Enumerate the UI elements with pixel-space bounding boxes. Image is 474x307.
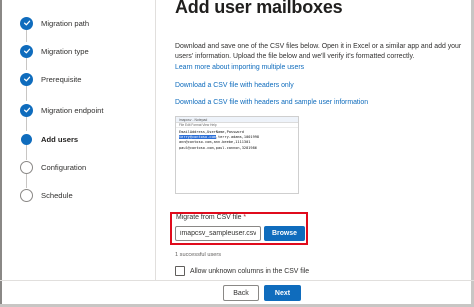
required-marker: * [243,214,247,221]
step-label: Migration endpoint [41,105,104,115]
csv-line-rest: ,terry.adams,1001998 [215,135,260,140]
step-label: Prerequisite [41,74,82,84]
step-prerequisite[interactable]: Prerequisite [20,72,82,86]
step-migration-path[interactable]: Migration path [20,16,89,30]
csv-line: paul@contoso.com,paul.cannon,3281986 [179,145,257,150]
step-label: Add users [41,134,79,144]
step-label: Configuration [41,162,87,172]
checkmark-icon [20,103,33,117]
step-label: Migration path [41,18,90,28]
checkbox-label: Allow unknown columns in the CSV file [190,267,310,275]
back-button[interactable]: Back [223,285,259,301]
csv-selected-text: terry@contoso.com [179,135,216,140]
footer-divider [0,280,474,281]
step-configuration: Configuration [20,160,86,174]
step-connector [26,174,27,188]
step-connector [26,116,27,131]
empty-circle-icon [20,160,33,174]
empty-circle-icon [20,188,33,202]
step-connector [26,57,27,70]
step-label: Migration type [41,46,89,56]
step-connector [26,85,27,101]
step-label: Schedule [41,190,73,200]
allow-unknown-columns-checkbox[interactable]: Allow unknown columns in the CSV file [175,266,309,276]
checkmark-icon [20,72,33,86]
checkbox-icon[interactable] [175,266,185,276]
step-connector [26,145,27,160]
csv-sample-lines: EmailAddress,UserName,Password terry@con… [176,128,298,151]
checkmark-icon [20,16,33,30]
step-add-users[interactable]: Add users [20,132,78,146]
wizard-divider [155,0,156,280]
checkmark-icon [20,44,33,58]
step-connector [26,29,27,42]
wizard-steps: Migration path Migration type Prerequisi… [0,0,155,280]
csv-file-label: Migrate from CSV file * [176,214,247,221]
page-title: Add user mailboxes [175,0,343,17]
download-headers-link[interactable]: Download a CSV file with headers only [175,82,294,89]
upload-status-text: 1 successful users [175,252,222,258]
download-sample-link[interactable]: Download a CSV file with headers and sam… [175,99,368,106]
step-migration-endpoint[interactable]: Migration endpoint [20,103,103,117]
csv-file-field[interactable] [175,226,261,241]
csv-example-image: imapcsv - Notepad File Edit Format View … [175,116,299,194]
learn-more-link[interactable]: Learn more about importing multiple user… [175,64,304,71]
step-schedule: Schedule [20,188,73,202]
description-text: Download and save one of the CSV files b… [175,43,462,60]
current-step-icon [21,133,32,145]
next-button[interactable]: Next [264,285,301,301]
browse-button[interactable]: Browse [264,226,305,241]
step-migration-type[interactable]: Migration type [20,44,89,58]
